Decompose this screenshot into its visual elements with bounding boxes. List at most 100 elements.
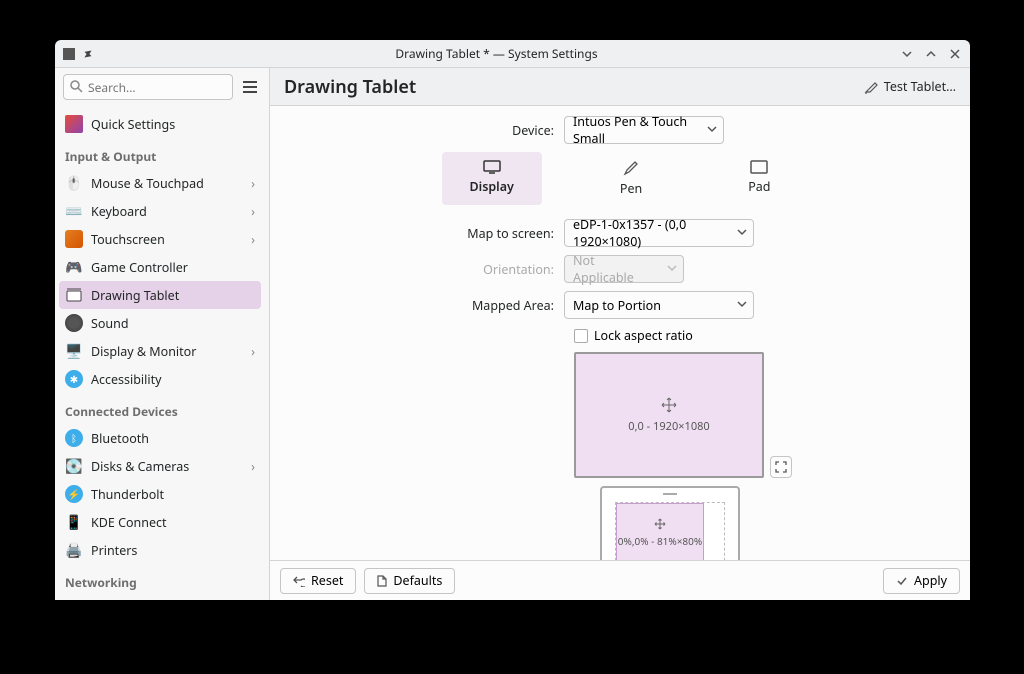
phone-icon: 📱	[65, 513, 83, 531]
chevron-right-icon: ›	[251, 343, 255, 360]
reset-button[interactable]: Reset	[280, 568, 356, 594]
sidebar-item-wifi[interactable]: 🌐Wi-Fi & Internet›	[59, 595, 261, 600]
bluetooth-icon: ᛒ	[65, 429, 83, 447]
sidebar-item-label: Game Controller	[91, 259, 188, 276]
sidebar-item-thunderbolt[interactable]: ⚡ Thunderbolt	[59, 480, 261, 508]
sidebar-item-label: Touchscreen	[91, 231, 165, 248]
sidebar-item-label: KDE Connect	[91, 514, 167, 531]
chevron-right-icon: ›	[251, 231, 255, 248]
accessibility-icon: ✱	[65, 370, 83, 388]
tab-pad[interactable]: Pad	[720, 152, 798, 205]
tab-label: Pen	[620, 180, 642, 197]
sidebar-item-label: Sound	[91, 315, 129, 332]
sidebar-group: Connected Devices	[59, 393, 261, 424]
mapped-area-select[interactable]: Map to Portion	[564, 291, 754, 319]
undo-icon	[293, 575, 305, 587]
minimize-button[interactable]	[900, 47, 914, 61]
display-icon	[483, 160, 501, 174]
tablet-map-area[interactable]: 0%,0% - 81%×80%	[600, 486, 740, 560]
chevron-right-icon: ›	[251, 458, 255, 475]
device-select[interactable]: Intuos Pen & Touch Small	[564, 116, 724, 144]
search-container	[63, 74, 233, 100]
sidebar-item-label: Printers	[91, 542, 137, 559]
tab-label: Display	[470, 178, 514, 195]
screen-map-area[interactable]: 0,0 - 1920×1080	[574, 352, 764, 478]
move-icon	[654, 518, 666, 530]
hamburger-menu[interactable]	[239, 76, 261, 98]
device-label: Device:	[284, 122, 564, 139]
sidebar-item-label: Accessibility	[91, 371, 162, 388]
sidebar-item-touchscreen[interactable]: Touchscreen ›	[59, 225, 261, 253]
orientation-label: Orientation:	[284, 261, 564, 278]
sidebar-item-bluetooth[interactable]: ᛒ Bluetooth	[59, 424, 261, 452]
sidebar-item-kdeconnect[interactable]: 📱 KDE Connect	[59, 508, 261, 536]
titlebar[interactable]: Drawing Tablet * — System Settings	[55, 40, 970, 68]
sidebar-item-sound[interactable]: Sound	[59, 309, 261, 337]
orientation-value: Not Applicable	[573, 252, 657, 286]
apply-button[interactable]: Apply	[883, 568, 960, 594]
tablet-icon	[65, 286, 83, 304]
defaults-label: Defaults	[393, 572, 442, 589]
mouse-icon: 🖱️	[65, 174, 83, 192]
test-tablet-button[interactable]: Test Tablet…	[864, 78, 956, 95]
sidebar-item-printers[interactable]: 🖨️ Printers	[59, 536, 261, 564]
lock-aspect-label: Lock aspect ratio	[594, 327, 693, 344]
sidebar-item-drawingtablet[interactable]: Drawing Tablet	[59, 281, 261, 309]
close-button[interactable]	[948, 47, 962, 61]
orientation-select: Not Applicable	[564, 255, 684, 283]
pin-icon[interactable]	[83, 49, 93, 59]
touchscreen-icon	[65, 230, 83, 248]
chevron-down-icon	[737, 227, 747, 237]
display-icon: 🖥️	[65, 342, 83, 360]
sidebar-item-label: Bluetooth	[91, 430, 149, 447]
sidebar-item-disks[interactable]: 💽Disks & Cameras›	[59, 452, 261, 480]
sidebar-item-gamecontroller[interactable]: 🎮 Game Controller	[59, 253, 261, 281]
test-tablet-label: Test Tablet…	[884, 78, 956, 95]
gamecontroller-icon: 🎮	[65, 258, 83, 276]
sidebar-item-label: Keyboard	[91, 203, 147, 220]
sidebar-group: Input & Output	[59, 138, 261, 169]
sidebar-item-keyboard[interactable]: ⌨️ Keyboard ›	[59, 197, 261, 225]
move-icon	[661, 397, 677, 413]
sidebar-item-label: Display & Monitor	[91, 343, 196, 360]
sidebar-item-accessibility[interactable]: ✱ Accessibility	[59, 365, 261, 393]
tablet-coords: 0%,0% - 81%×80%	[618, 534, 702, 548]
lock-aspect-checkbox[interactable]	[574, 329, 588, 343]
map-screen-select[interactable]: eDP-1-0x1357 - (0,0 1920×1080)	[564, 219, 754, 247]
sidebar-group: Networking	[59, 564, 261, 595]
tablet-portion[interactable]: 0%,0% - 81%×80%	[616, 503, 704, 560]
printer-icon: 🖨️	[65, 541, 83, 559]
pad-icon	[750, 160, 768, 174]
page-header: Drawing Tablet Test Tablet…	[270, 68, 970, 106]
chevron-down-icon	[667, 263, 677, 273]
sidebar-item-display[interactable]: 🖥️ Display & Monitor ›	[59, 337, 261, 365]
sound-icon	[65, 314, 83, 332]
chevron-right-icon: ›	[251, 203, 255, 220]
sidebar-item-label: Mouse & Touchpad	[91, 175, 204, 192]
sidebar-item-quick-settings[interactable]: Quick Settings	[59, 110, 261, 138]
map-screen-value: eDP-1-0x1357 - (0,0 1920×1080)	[573, 216, 727, 250]
sidebar-item-label: Drawing Tablet	[91, 287, 179, 304]
sidebar-item-label: Thunderbolt	[91, 486, 164, 503]
chevron-down-icon	[707, 124, 717, 134]
disks-icon: 💽	[65, 457, 83, 475]
device-value: Intuos Pen & Touch Small	[573, 113, 697, 147]
defaults-button[interactable]: Defaults	[364, 568, 455, 594]
tab-pen[interactable]: Pen	[592, 152, 670, 205]
tab-display[interactable]: Display	[442, 152, 542, 205]
chevron-right-icon: ›	[251, 175, 255, 192]
document-icon	[377, 575, 387, 587]
sidebar-item-label: Quick Settings	[91, 116, 175, 133]
chevron-down-icon	[737, 299, 747, 309]
pen-icon	[864, 80, 878, 94]
screen-expand-button[interactable]	[770, 456, 792, 478]
thunderbolt-icon: ⚡	[65, 485, 83, 503]
mapped-area-label: Mapped Area:	[284, 297, 564, 314]
keyboard-icon: ⌨️	[65, 202, 83, 220]
search-icon	[69, 79, 83, 93]
sidebar-item-mouse[interactable]: 🖱️ Mouse & Touchpad ›	[59, 169, 261, 197]
window-title: Drawing Tablet * — System Settings	[93, 45, 900, 62]
search-input[interactable]	[63, 74, 233, 100]
app-icon	[63, 48, 75, 60]
maximize-button[interactable]	[924, 47, 938, 61]
